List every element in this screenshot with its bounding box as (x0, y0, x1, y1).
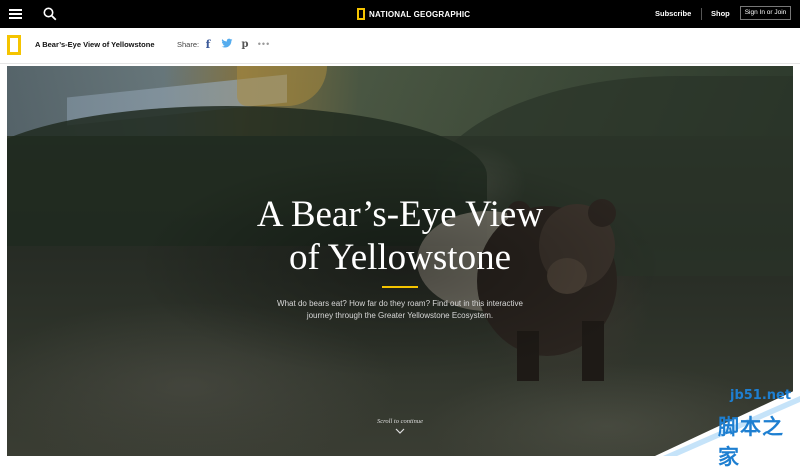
search-icon[interactable] (43, 7, 57, 21)
hero-description: What do bears eat? How far do they roam?… (277, 299, 523, 320)
watermark-name: 脚本之家 (718, 415, 784, 469)
nav-divider (701, 8, 702, 20)
watermark-url: jb51.net (730, 388, 792, 403)
twitter-icon[interactable] (221, 38, 233, 49)
yellow-border-icon (357, 8, 365, 20)
shop-link[interactable]: Shop (711, 9, 730, 18)
subscribe-link[interactable]: Subscribe (655, 9, 691, 18)
share-label: Share: (177, 40, 200, 49)
nat-geo-logo[interactable]: NATIONAL GEOGRAPHIC (357, 6, 470, 22)
facebook-icon[interactable]: f (203, 37, 213, 51)
nat-geo-mini-logo[interactable] (7, 35, 21, 55)
article-title: A Bear’s-Eye View of Yellowstone (35, 40, 155, 49)
title-divider (382, 286, 418, 288)
brand-name: NATIONAL GEOGRAPHIC (369, 9, 471, 19)
hamburger-menu-icon[interactable] (9, 9, 22, 19)
sign-in-button[interactable]: Sign In or Join (740, 6, 791, 20)
top-nav-bar: NATIONAL GEOGRAPHIC Subscribe Shop Sign … (0, 0, 800, 28)
more-icon[interactable]: ••• (258, 37, 270, 51)
article-bar: A Bear’s-Eye View of Yellowstone Share: … (0, 28, 800, 64)
pinterest-icon[interactable]: p (240, 37, 250, 51)
chevron-down-icon[interactable] (395, 428, 405, 434)
hero-title: A Bear’s-Eye View of Yellowstone (256, 194, 544, 278)
